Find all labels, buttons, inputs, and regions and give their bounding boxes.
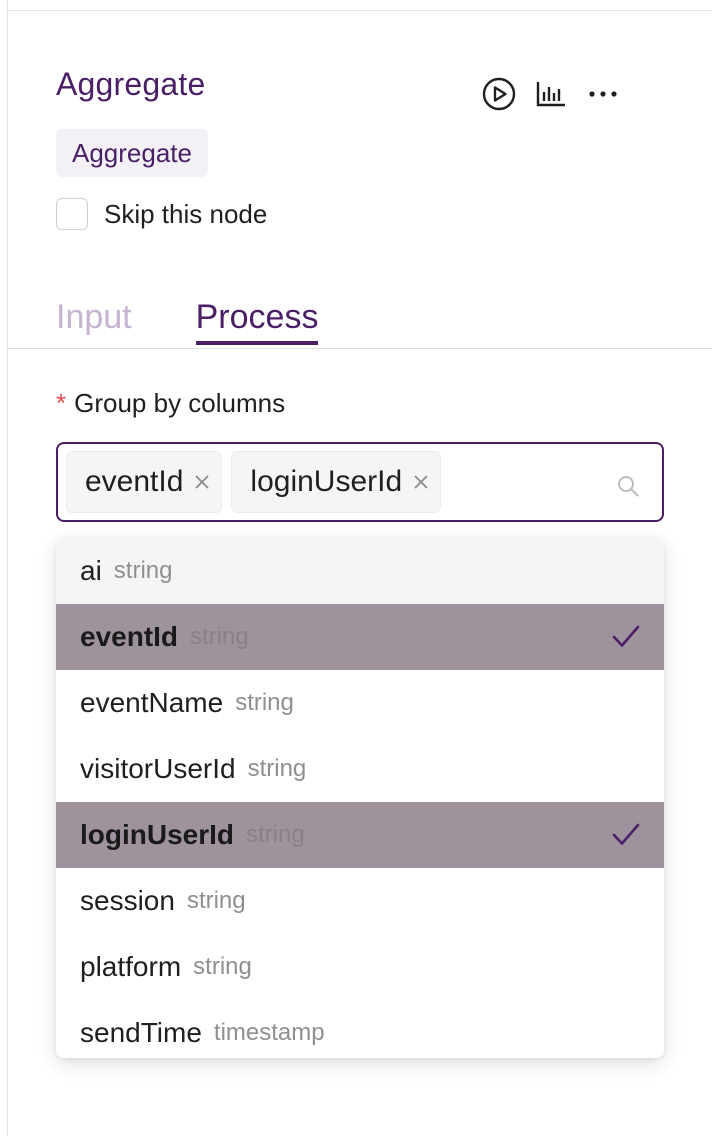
option-type: string (193, 953, 252, 980)
selected-chip-eventid: eventId (66, 451, 223, 513)
option-name: platform (80, 951, 182, 982)
chip-label: loginUserId (250, 465, 403, 498)
option-type: string (190, 623, 249, 650)
selected-chip-loginuserid: loginUserId (231, 451, 442, 513)
node-actions (480, 75, 622, 113)
option-visitoruserid[interactable]: visitorUserId string (56, 736, 664, 802)
chip-label: eventId (85, 465, 184, 498)
option-name: session (80, 885, 175, 916)
skip-node-checkbox[interactable] (56, 198, 88, 230)
stats-button[interactable] (532, 75, 570, 113)
option-platform[interactable]: platform string (56, 934, 664, 1000)
remove-chip-icon[interactable] (412, 473, 430, 491)
tab-input[interactable]: Input (56, 298, 132, 345)
check-icon (612, 823, 640, 845)
required-mark: * (56, 388, 67, 418)
more-horizontal-icon (589, 91, 617, 97)
tab-bar: Input Process (56, 298, 319, 345)
group-by-label-text: Group by columns (74, 388, 286, 418)
option-session[interactable]: session string (56, 868, 664, 934)
option-name: loginUserId (80, 819, 235, 850)
node-type-tag: Aggregate (56, 129, 208, 177)
option-name: visitorUserId (80, 753, 236, 784)
option-type: string (113, 557, 173, 584)
panel-top-border (7, 10, 712, 11)
option-name: eventId (80, 621, 179, 652)
node-title: Aggregate (56, 66, 206, 102)
option-type: string (186, 887, 246, 914)
more-button[interactable] (584, 75, 622, 113)
option-eventid[interactable]: eventId string (56, 604, 664, 670)
option-loginuserid[interactable]: loginUserId string (56, 802, 664, 868)
group-by-label: * Group by columns (56, 388, 285, 419)
option-name: ai (80, 555, 102, 586)
run-button[interactable] (480, 75, 518, 113)
option-type: string (247, 755, 307, 782)
option-type: string (246, 821, 305, 848)
check-icon (612, 625, 640, 647)
play-circle-icon (482, 77, 516, 111)
tabs-divider (7, 348, 712, 349)
option-name: eventName (80, 687, 224, 718)
option-name: sendTime (80, 1017, 202, 1048)
bar-chart-icon (536, 82, 565, 107)
option-type: string (235, 689, 294, 716)
column-options-dropdown: ai string eventId string eventName strin… (56, 538, 664, 1058)
option-ai[interactable]: ai string (56, 538, 664, 604)
option-eventname[interactable]: eventName string (56, 670, 664, 736)
tab-process[interactable]: Process (195, 298, 319, 345)
skip-node-label: Skip this node (104, 198, 268, 229)
option-type: timestamp (213, 1019, 325, 1046)
group-by-select[interactable]: eventId loginUserId (56, 442, 664, 522)
search-icon (618, 476, 639, 497)
skip-node-toggle[interactable]: Skip this node (56, 198, 267, 230)
panel-left-border (7, 0, 8, 1136)
remove-chip-icon[interactable] (193, 473, 211, 491)
option-sendtime[interactable]: sendTime timestamp (56, 1000, 664, 1058)
